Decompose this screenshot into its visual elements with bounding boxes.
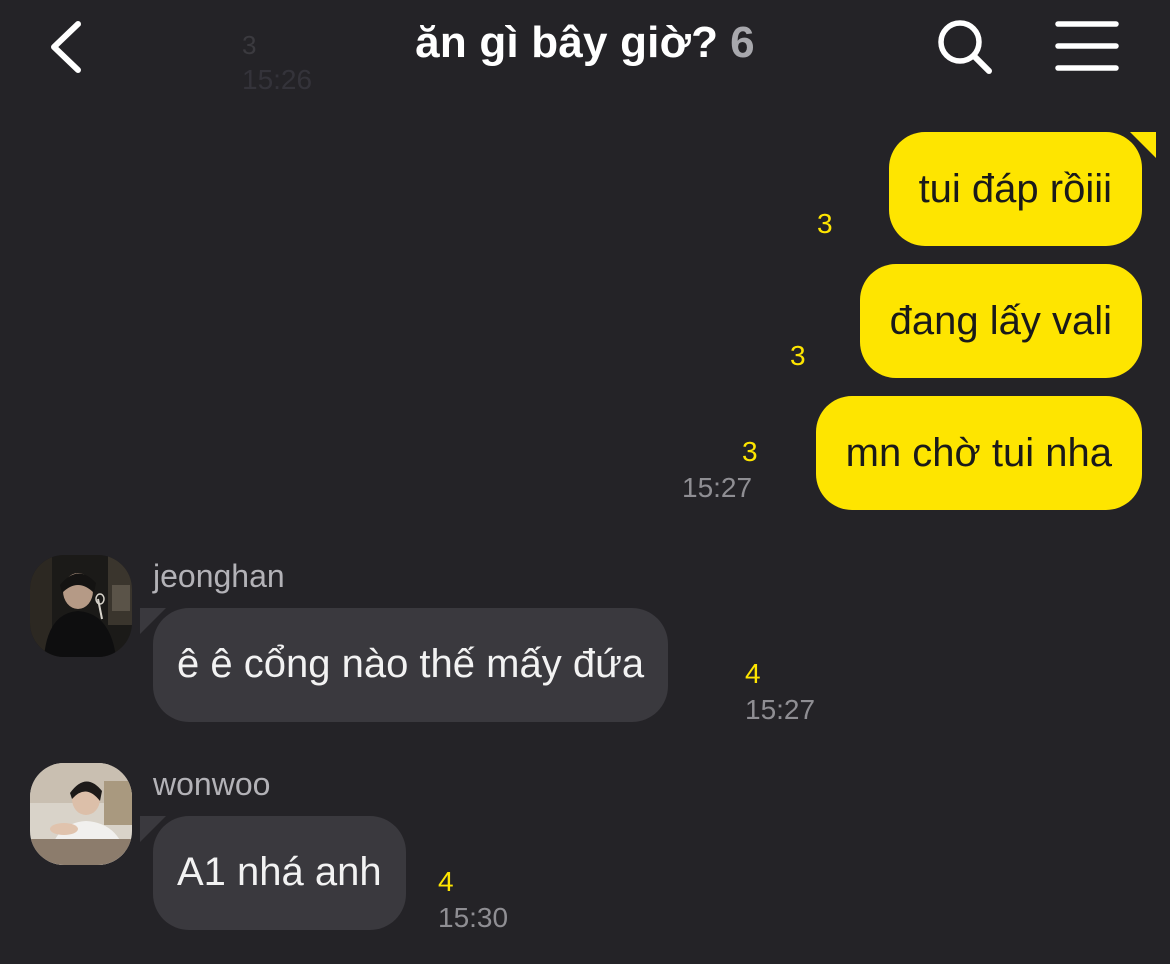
member-count: 6 xyxy=(730,18,755,67)
unread-count: 3 xyxy=(742,436,758,467)
unread-count: 3 xyxy=(817,208,833,239)
sender-name: jeonghan xyxy=(153,558,285,594)
message-text: A1 nhá anh xyxy=(177,850,382,894)
my-message-bubble[interactable]: tui đáp rồiii xyxy=(888,132,1142,246)
unread-count: 3 xyxy=(790,340,806,371)
avatar-jeonghan[interactable] xyxy=(30,555,132,657)
message-text: mn chờ tui nha xyxy=(845,431,1112,475)
search-icon xyxy=(938,20,992,74)
sender-name: wonwoo xyxy=(153,766,271,802)
their-message-bubble[interactable]: A1 nhá anh xyxy=(153,816,406,930)
profile-photo-wonwoo xyxy=(30,763,132,865)
unread-count: 4 xyxy=(438,866,454,897)
their-message-bubble[interactable]: ê ê cổng nào thế mấy đứa xyxy=(153,608,669,722)
my-message-bubble[interactable]: mn chờ tui nha xyxy=(815,396,1142,510)
chat-header: 3 15:26 ăn gì bây giờ? 6 xyxy=(0,0,1170,100)
unread-count: 4 xyxy=(745,658,761,689)
message-timestamp: 15:27 xyxy=(682,472,753,503)
my-message-bubble[interactable]: đang lấy vali xyxy=(859,264,1142,378)
avatar-wonwoo[interactable] xyxy=(30,763,132,865)
ghost-timestamp: 15:26 xyxy=(242,64,313,95)
search-button[interactable] xyxy=(930,14,1000,80)
profile-photo-jeonghan xyxy=(30,555,132,657)
message-timestamp: 15:27 xyxy=(745,694,816,725)
menu-button[interactable] xyxy=(1050,16,1124,76)
message-text: tui đáp rồiii xyxy=(918,167,1112,211)
message-text: đang lấy vali xyxy=(889,299,1112,343)
chat-title: ăn gì bây giờ? xyxy=(415,18,719,67)
message-text: ê ê cổng nào thế mấy đứa xyxy=(177,642,645,686)
hamburger-menu-icon xyxy=(1055,21,1119,71)
message-timestamp: 15:30 xyxy=(438,902,509,933)
